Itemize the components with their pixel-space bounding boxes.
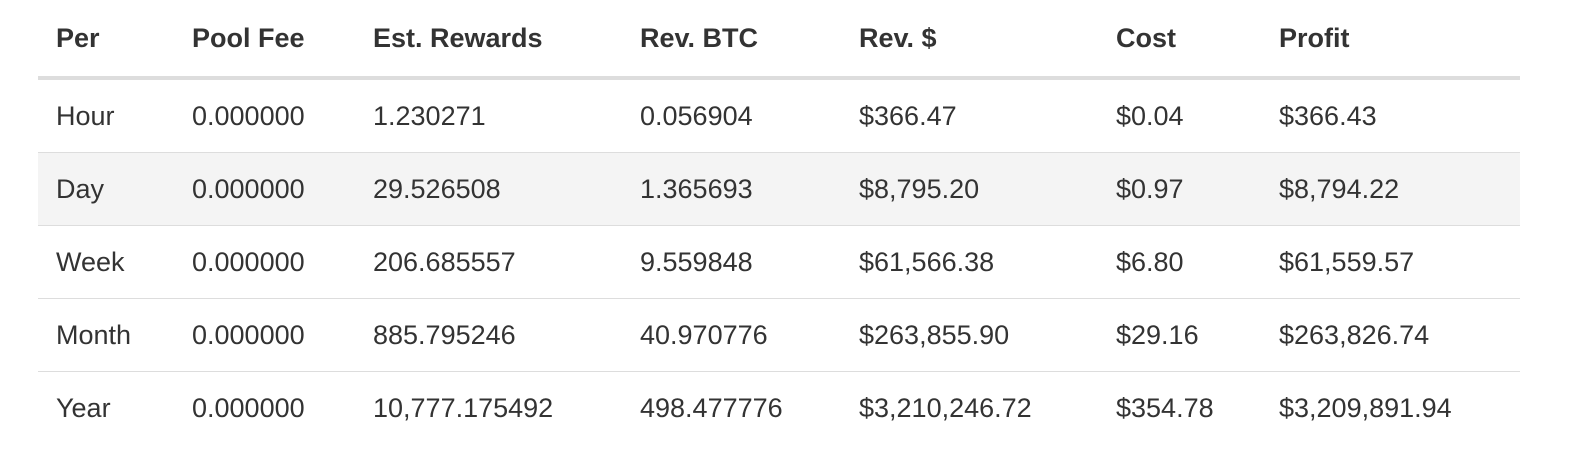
cell-rev-btc: 40.970776 — [622, 298, 841, 372]
cell-cost: $354.78 — [1098, 371, 1261, 444]
cell-pool-fee: 0.000000 — [174, 152, 355, 226]
cell-cost: $0.97 — [1098, 152, 1261, 226]
cell-pool-fee: 0.000000 — [192, 100, 305, 131]
header-rev-btc: Rev. BTC — [622, 0, 841, 80]
cell-pool-fee: 0.000000 — [174, 298, 355, 372]
profit-table: Per Pool Fee Est. Rewards Rev. BTC Rev. … — [38, 0, 1520, 444]
header-cost: Cost — [1098, 0, 1261, 80]
cell-rev-btc: 9.559848 — [622, 225, 841, 299]
cell-est-rewards: 206.685557 — [355, 225, 622, 299]
header-est-rewards: Est. Rewards — [355, 0, 622, 80]
cell-rev-usd: $8,795.20 — [841, 152, 1098, 226]
cell-profit: $61,559.57 — [1261, 225, 1520, 299]
cell-profit: $366.43 — [1279, 100, 1377, 131]
table-row: Week 0.000000 206.685557 9.559848 $61,56… — [38, 225, 1520, 299]
cell-per: Hour — [56, 100, 115, 131]
cell-pool-fee: 0.000000 — [174, 225, 355, 299]
table-row: Year 0.000000 10,777.175492 498.477776 $… — [38, 371, 1520, 444]
cell-rev-usd: $366.47 — [859, 100, 957, 131]
cell-cost: $0.04 — [1116, 100, 1184, 131]
cell-cost: $6.80 — [1098, 225, 1261, 299]
cell-est-rewards: 885.795246 — [355, 298, 622, 372]
cell-rev-usd: $3,210,246.72 — [841, 371, 1098, 444]
table-body: Hour 0.000000 1.230271 0.056904 $366.47 … — [38, 78, 1520, 444]
cell-pool-fee: 0.000000 — [174, 371, 355, 444]
cell-rev-btc: 1.365693 — [622, 152, 841, 226]
table-row: Day 0.000000 29.526508 1.365693 $8,795.2… — [38, 152, 1520, 226]
cell-cost: $29.16 — [1098, 298, 1261, 372]
cell-per: Week — [38, 225, 174, 299]
table-header: Per Pool Fee Est. Rewards Rev. BTC Rev. … — [38, 0, 1520, 80]
cell-est-rewards: 10,777.175492 — [355, 371, 622, 444]
cell-rev-usd: $263,855.90 — [841, 298, 1098, 372]
table-row: Hour 0.000000 1.230271 0.056904 $366.47 … — [38, 78, 1520, 153]
cell-profit: $263,826.74 — [1261, 298, 1520, 372]
cell-est-rewards: 29.526508 — [355, 152, 622, 226]
cell-est-rewards: 1.230271 — [373, 100, 486, 131]
cell-rev-btc: 0.056904 — [640, 100, 753, 131]
cell-rev-usd: $61,566.38 — [841, 225, 1098, 299]
profit-table-container: Per Pool Fee Est. Rewards Rev. BTC Rev. … — [38, 0, 1520, 444]
table-row: Month 0.000000 885.795246 40.970776 $263… — [38, 298, 1520, 372]
cell-per: Day — [38, 152, 174, 226]
header-pool-fee: Pool Fee — [174, 0, 355, 80]
header-per: Per — [38, 0, 174, 80]
header-profit: Profit — [1261, 0, 1520, 80]
cell-per: Year — [38, 371, 174, 444]
cell-rev-btc: 498.477776 — [622, 371, 841, 444]
cell-per: Month — [38, 298, 174, 372]
cell-profit: $8,794.22 — [1261, 152, 1520, 226]
header-rev-usd: Rev. $ — [841, 0, 1098, 80]
cell-profit: $3,209,891.94 — [1261, 371, 1520, 444]
header-row: Per Pool Fee Est. Rewards Rev. BTC Rev. … — [38, 0, 1520, 80]
